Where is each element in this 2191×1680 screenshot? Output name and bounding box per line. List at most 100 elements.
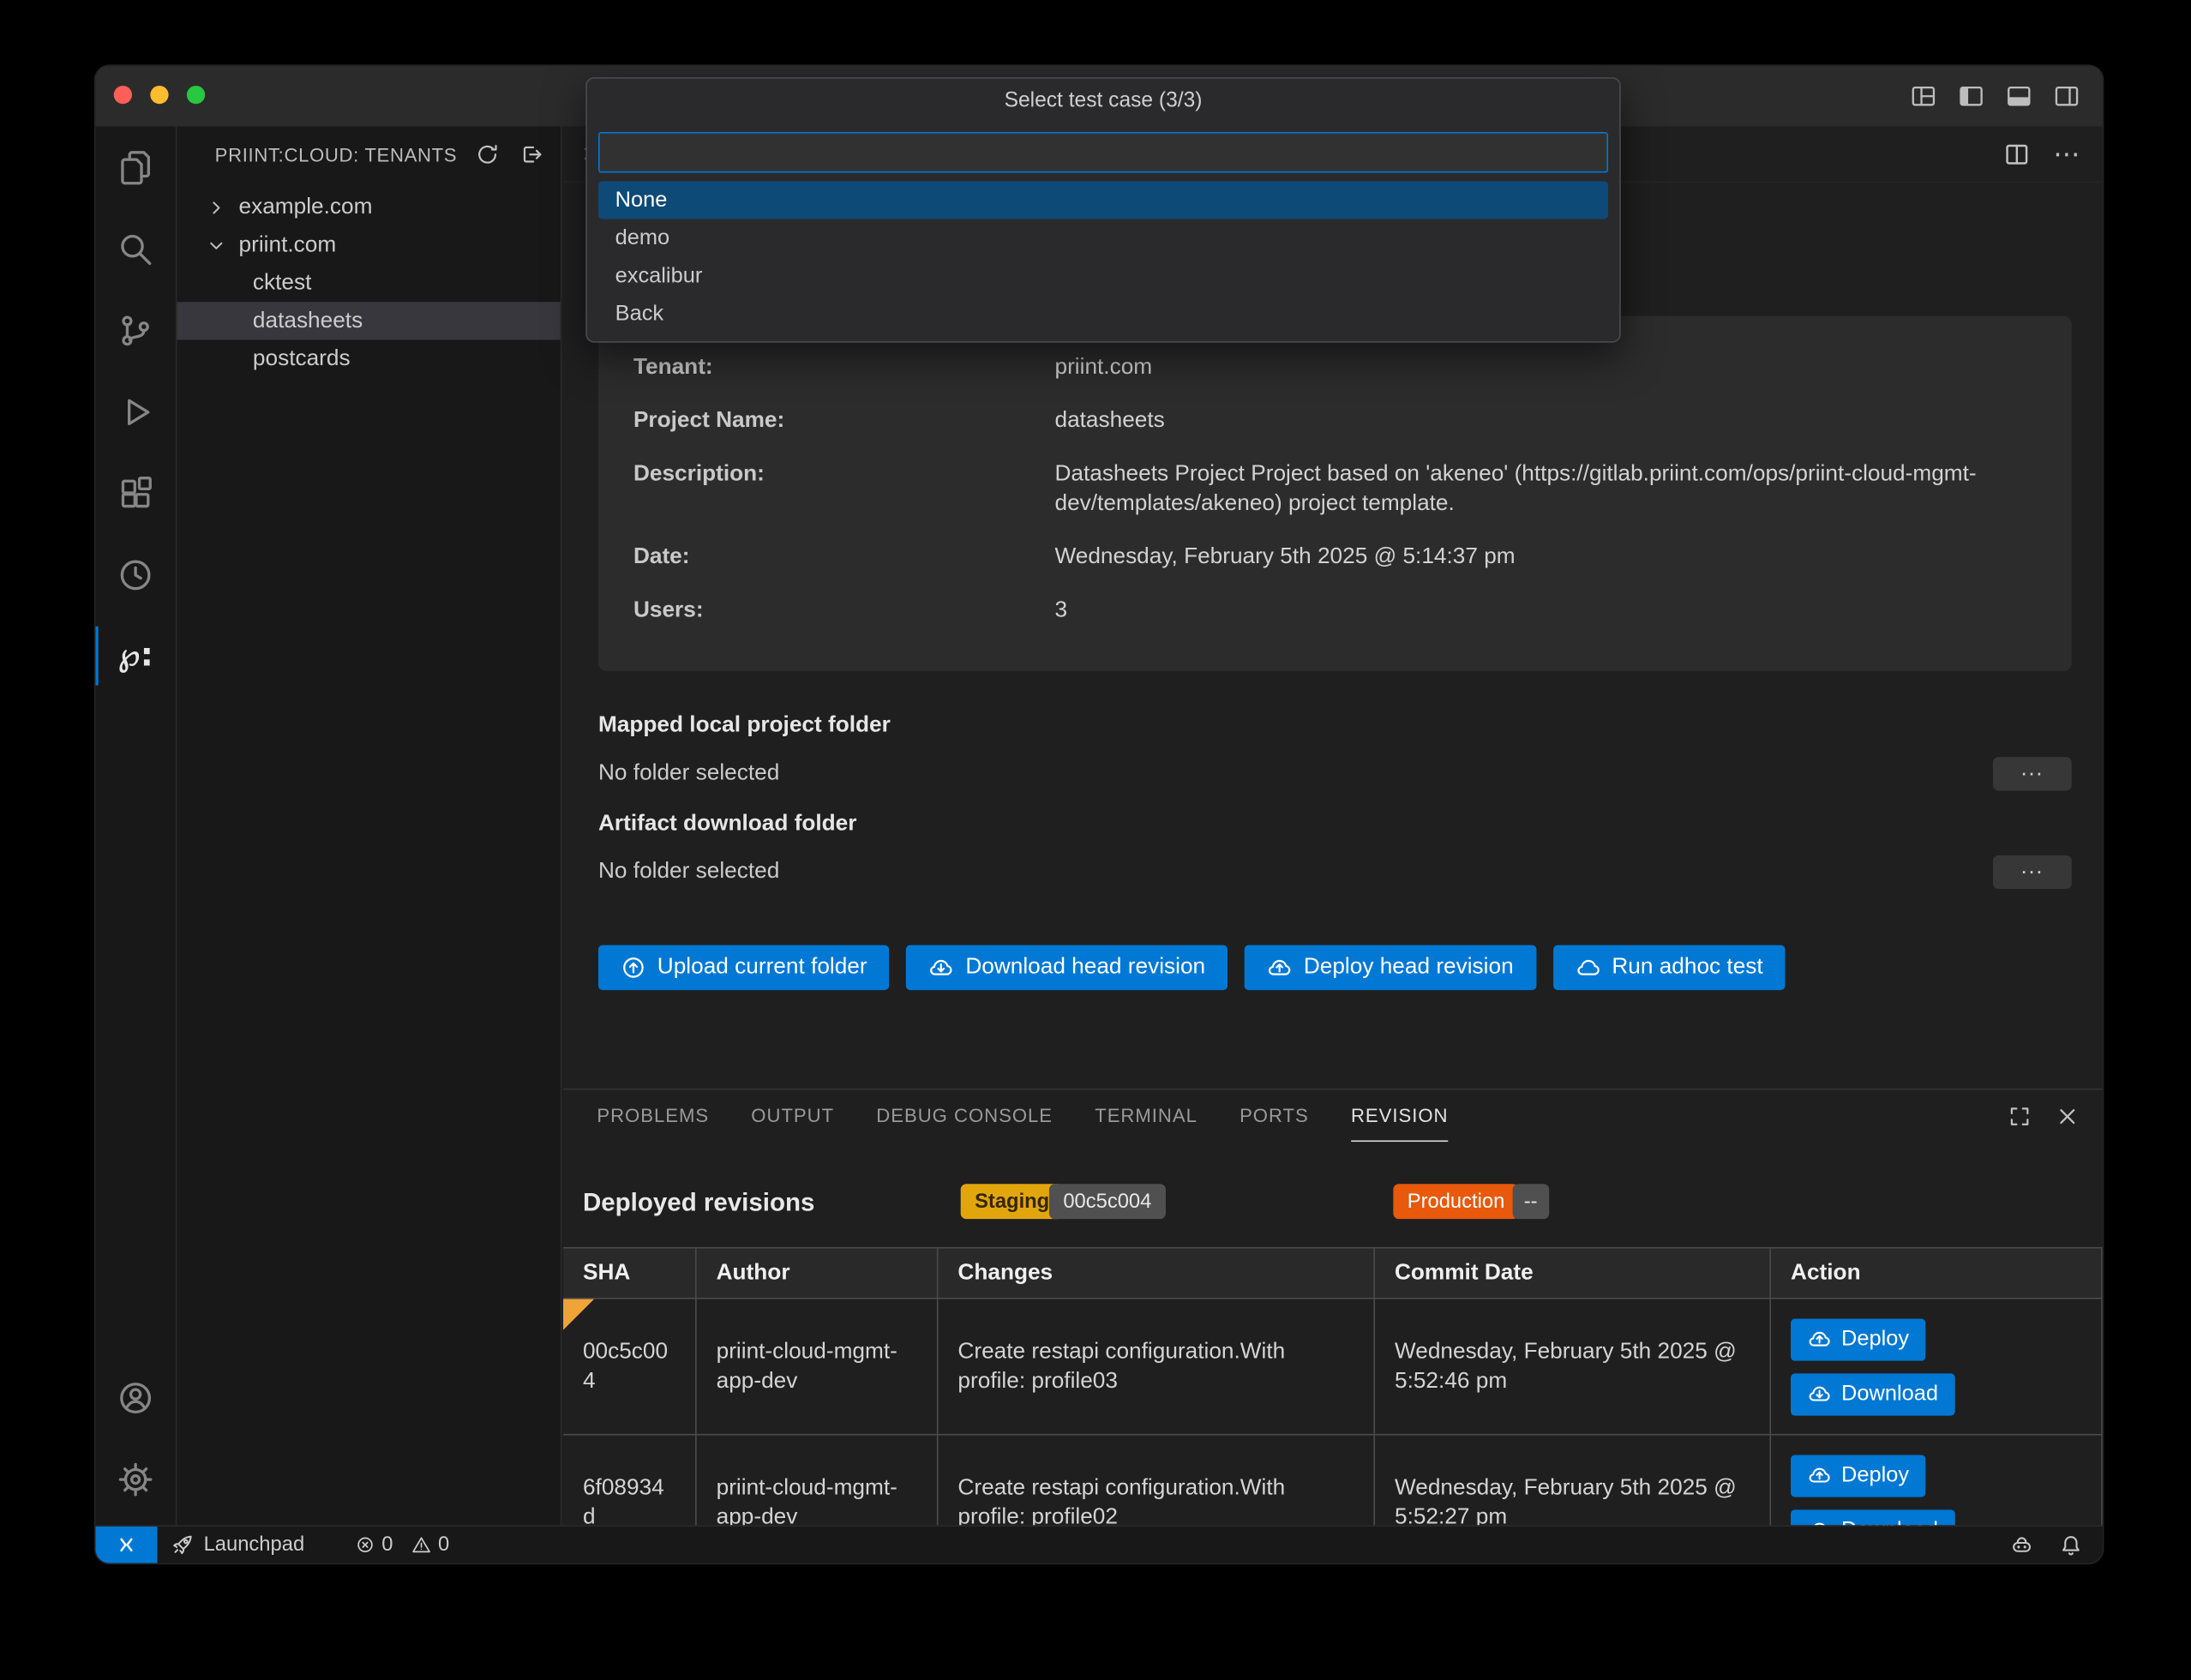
zoom-window-button[interactable] bbox=[187, 86, 205, 104]
search-icon[interactable] bbox=[95, 207, 175, 289]
split-editor-icon[interactable] bbox=[2002, 141, 2031, 169]
sidebar: PRIINT:CLOUD: TENANTS example.com priint… bbox=[177, 126, 561, 1525]
export-icon[interactable] bbox=[519, 141, 543, 166]
tree-item-label: datasheets bbox=[253, 309, 363, 333]
priint-cloud-icon[interactable]: ℘: bbox=[95, 615, 175, 697]
toggle-sidebar-left-icon[interactable] bbox=[1958, 83, 1984, 110]
quick-pick-item-none[interactable]: None bbox=[598, 181, 1608, 219]
customize-layout-icon[interactable] bbox=[1910, 83, 1936, 110]
detail-row-date: Date: Wednesday, February 5th 2025 @ 5:1… bbox=[633, 542, 2037, 571]
cloud-upload-icon bbox=[1808, 1463, 1832, 1487]
tree-item-label: cktest bbox=[253, 270, 311, 295]
sha-value: 00c5c004 bbox=[583, 1337, 675, 1396]
remote-indicator[interactable] bbox=[95, 1527, 157, 1563]
column-header-sha: SHA bbox=[563, 1249, 697, 1299]
table-cell-author: priint-cloud-mgmt-app-dev bbox=[697, 1299, 939, 1436]
source-control-icon[interactable] bbox=[95, 290, 175, 371]
table-cell-changes: Create restapi configuration.With profil… bbox=[938, 1436, 1375, 1526]
tree-item-priint-com[interactable]: priint.com bbox=[177, 226, 560, 264]
download-revision-button[interactable]: Download bbox=[1791, 1509, 1955, 1526]
tab-terminal[interactable]: TERMINAL bbox=[1095, 1089, 1198, 1142]
button-label: Upload current folder bbox=[657, 955, 867, 980]
tree-item-example-com[interactable]: example.com bbox=[177, 189, 560, 226]
accounts-icon[interactable] bbox=[95, 1357, 175, 1438]
detail-label: Description: bbox=[633, 459, 1055, 519]
tab-problems[interactable]: PROBLEMS bbox=[597, 1089, 709, 1142]
vscode-window: ℘: PRIINT:CLOUD: TENANTS bbox=[95, 66, 2102, 1563]
window-controls bbox=[114, 86, 205, 104]
panel-close-icon[interactable] bbox=[2055, 1103, 2080, 1128]
tab-debug-console[interactable]: DEBUG CONSOLE bbox=[876, 1089, 1053, 1142]
remote-icon bbox=[115, 1533, 137, 1556]
deploy-head-revision-button[interactable]: Deploy head revision bbox=[1245, 945, 1536, 990]
table-cell-action: Deploy Download bbox=[1771, 1436, 2103, 1526]
column-header-action: Action bbox=[1771, 1249, 2103, 1299]
settings-gear-icon[interactable] bbox=[95, 1438, 175, 1520]
browse-mapped-folder-button[interactable]: ... bbox=[1993, 757, 2072, 790]
button-label: Deploy bbox=[1841, 1324, 1909, 1353]
detail-row-users: Users: 3 bbox=[633, 596, 2037, 625]
quick-pick-input-wrap bbox=[598, 132, 1608, 173]
tab-output[interactable]: OUTPUT bbox=[751, 1089, 834, 1142]
quick-pick-item-back[interactable]: Back bbox=[598, 295, 1608, 333]
bell-icon[interactable] bbox=[2059, 1533, 2083, 1557]
close-window-button[interactable] bbox=[114, 86, 132, 104]
detail-label: Project Name: bbox=[633, 406, 1055, 435]
quick-pick-item-excalibur[interactable]: excalibur bbox=[598, 257, 1608, 295]
button-label: Download bbox=[1841, 1379, 1938, 1408]
clock-icon[interactable] bbox=[95, 534, 175, 615]
toggle-sidebar-right-icon[interactable] bbox=[2053, 83, 2080, 110]
deploy-revision-button[interactable]: Deploy bbox=[1791, 1318, 1926, 1360]
button-label: Run adhoc test bbox=[1612, 955, 1762, 980]
detail-label: Tenant: bbox=[633, 352, 1055, 381]
staging-badge: Staging bbox=[961, 1184, 1064, 1219]
detail-row-tenant: Tenant: priint.com bbox=[633, 352, 2037, 381]
extensions-icon[interactable] bbox=[95, 453, 175, 534]
minimize-window-button[interactable] bbox=[150, 86, 168, 104]
more-actions-icon[interactable]: ⋯ bbox=[2053, 141, 2080, 168]
chevron-down-icon bbox=[205, 234, 230, 256]
download-head-revision-button[interactable]: Download head revision bbox=[906, 945, 1228, 990]
run-adhoc-test-button[interactable]: Run adhoc test bbox=[1553, 945, 1786, 990]
cloud-upload-icon bbox=[1808, 1327, 1832, 1351]
quick-pick-item-demo[interactable]: demo bbox=[598, 219, 1608, 257]
copilot-icon[interactable] bbox=[2010, 1533, 2034, 1557]
toggle-panel-icon[interactable] bbox=[2006, 83, 2032, 110]
tree-item-datasheets[interactable]: datasheets bbox=[177, 302, 560, 339]
refresh-icon[interactable] bbox=[475, 141, 500, 166]
tab-ports[interactable]: PORTS bbox=[1240, 1089, 1309, 1142]
artifact-folder-heading: Artifact download folder bbox=[598, 812, 856, 837]
detail-value: Datasheets Project Project based on 'ake… bbox=[1054, 459, 2036, 519]
button-label: Download bbox=[1841, 1515, 1938, 1525]
tab-revision[interactable]: REVISION bbox=[1351, 1089, 1449, 1142]
deployed-marker-icon bbox=[563, 1299, 594, 1330]
launchpad-status-item[interactable]: Launchpad bbox=[171, 1533, 304, 1556]
problems-status-item[interactable]: 0 0 bbox=[355, 1533, 449, 1556]
table-cell-changes: Create restapi configuration.With profil… bbox=[938, 1299, 1375, 1436]
table-cell-commit-date: Wednesday, February 5th 2025 @ 5:52:46 p… bbox=[1375, 1299, 1771, 1436]
tree-item-label: priint.com bbox=[239, 232, 337, 257]
panel-maximize-icon[interactable] bbox=[2007, 1103, 2032, 1128]
run-debug-icon[interactable] bbox=[95, 371, 175, 453]
quick-pick-input[interactable] bbox=[600, 134, 1607, 171]
detail-label: Users: bbox=[633, 596, 1055, 625]
tree-item-postcards[interactable]: postcards bbox=[177, 340, 560, 378]
download-revision-button[interactable]: Download bbox=[1791, 1373, 1955, 1415]
upload-current-folder-button[interactable]: Upload current folder bbox=[598, 945, 890, 990]
error-icon bbox=[355, 1535, 375, 1555]
warning-icon bbox=[411, 1535, 431, 1555]
tree-item-cktest[interactable]: cktest bbox=[177, 264, 560, 302]
explorer-icon[interactable] bbox=[95, 126, 175, 207]
detail-value: Wednesday, February 5th 2025 @ 5:14:37 p… bbox=[1054, 542, 2036, 571]
bottom-panel: PROBLEMS OUTPUT DEBUG CONSOLE TERMINAL P… bbox=[563, 1089, 2103, 1526]
status-bar: Launchpad 0 0 bbox=[95, 1525, 2102, 1563]
artifact-folder-value: No folder selected bbox=[598, 860, 779, 885]
column-header-author: Author bbox=[697, 1249, 939, 1299]
project-details-card: Tenant: priint.com Project Name: datashe… bbox=[598, 316, 2072, 672]
production-revision-badge: -- bbox=[1513, 1184, 1549, 1219]
panel-tabs: PROBLEMS OUTPUT DEBUG CONSOLE TERMINAL P… bbox=[563, 1089, 2103, 1142]
launchpad-label: Launchpad bbox=[204, 1533, 305, 1556]
table-cell-sha: 00c5c004 bbox=[563, 1299, 697, 1436]
deploy-revision-button[interactable]: Deploy bbox=[1791, 1455, 1926, 1497]
browse-artifact-folder-button[interactable]: ... bbox=[1993, 855, 2072, 889]
